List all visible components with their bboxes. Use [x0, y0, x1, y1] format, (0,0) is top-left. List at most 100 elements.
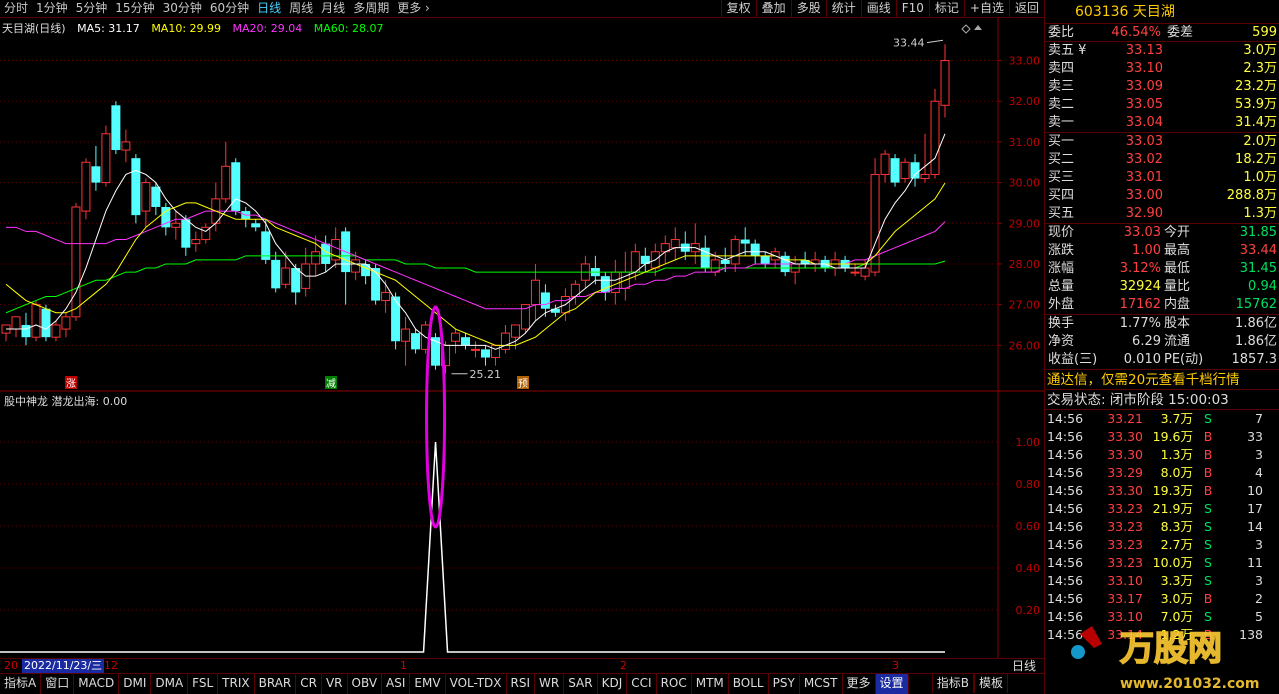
stock-name: 天目湖 [1132, 4, 1175, 20]
fund-row: 收益(三) 0.010 PE(动) 1857.3 [1048, 352, 1277, 367]
indicator-tab[interactable]: DMA [151, 674, 189, 694]
period-label[interactable]: 日线 [1012, 659, 1036, 673]
indicator-tab[interactable]: PSY [769, 674, 800, 694]
indicator-tab[interactable]: DMI [119, 674, 152, 694]
period-tab[interactable]: 1分钟 [32, 0, 72, 17]
indicator-tab[interactable]: SAR [564, 674, 598, 694]
toolbar-button[interactable]: +自选 [963, 0, 1009, 17]
indicator-tab[interactable]: 更多 [843, 674, 876, 694]
indicator-tick: 0.20 [1016, 604, 1041, 617]
period-tab[interactable]: 30分钟 [159, 0, 206, 17]
candle-body [930, 100, 940, 175]
indicator-tab[interactable]: WR [535, 674, 565, 694]
period-tab[interactable]: 更多 › [393, 0, 434, 17]
toolbar-button[interactable]: F10 [895, 0, 929, 17]
indicator-tab[interactable]: VOL-TDX [446, 674, 507, 694]
indicator-tab[interactable]: CR [296, 674, 322, 694]
candle-body [670, 239, 680, 249]
indicator-tab[interactable]: VR [322, 674, 348, 694]
indicator-tab[interactable]: 指标B [931, 674, 974, 693]
candle-body [880, 153, 890, 175]
fund-row: 净资 6.29 流通 1.86亿 [1048, 334, 1277, 349]
bid-row: 买五 32.90 1.3万 [1048, 206, 1277, 221]
period-tab[interactable]: 分时 [0, 0, 32, 17]
toolbar-button[interactable]: 画线 [860, 0, 896, 17]
promo-text[interactable]: 通达信，仅需20元查看千档行情 [1045, 370, 1279, 390]
indicator-tab[interactable]: 设置 [875, 674, 909, 694]
toolbar-button[interactable]: 标记 [928, 0, 964, 17]
indicator-tab[interactable]: TRIX [218, 674, 255, 694]
period-tab[interactable]: 15分钟 [111, 0, 158, 17]
candle-body [221, 165, 231, 200]
indicator-tab[interactable]: OBV [348, 674, 383, 694]
ask-book: 卖五 ¥33.13 3.0万 卖四 33.10 2.3万 卖三 33.09 23.2万 卖二 33… [1045, 42, 1279, 133]
price-tick: 33.00 [1009, 55, 1041, 68]
period-tab[interactable]: 月线 [317, 0, 349, 17]
indicator-tab[interactable]: MTM [692, 674, 729, 694]
ma60-label: MA60: 28.07 [313, 22, 384, 35]
weicha-label: 委差 [1167, 25, 1194, 40]
indicator-tabs: 指标A 窗口 MACD DMI DMA FSL TRIX BRAR CR VR OBV ASI EMV V… [0, 673, 1044, 694]
candle-body [361, 263, 371, 277]
period-tab[interactable]: 多周期 [349, 0, 393, 17]
candle-body [151, 186, 161, 207]
low-label: 25.21 [470, 368, 502, 381]
candle-body [800, 259, 810, 264]
candle-body [381, 291, 391, 302]
candle-body [401, 328, 411, 342]
indicator-tab[interactable]: MCST [800, 674, 843, 694]
candle-body [311, 251, 321, 265]
indicator-tab[interactable]: 窗口 [41, 674, 75, 694]
candle-body [231, 162, 241, 212]
period-tab[interactable]: 周线 [285, 0, 317, 17]
indicator-tab[interactable]: EMV [410, 674, 446, 694]
period-tab[interactable]: 5分钟 [72, 0, 112, 17]
indicator-tab[interactable]: KDJ [598, 674, 628, 694]
period-tab[interactable]: 60分钟 [206, 0, 253, 17]
trade-state: 交易状态: 闭市阶段 15:00:03 [1045, 390, 1279, 410]
indicator-tab[interactable]: FSL [188, 674, 219, 694]
toolbar-button[interactable]: 多股 [790, 0, 826, 17]
candle-body [710, 259, 720, 273]
indicator-tab[interactable]: BOLL [729, 674, 769, 694]
ma5-line [6, 133, 946, 350]
candle-body [920, 173, 930, 180]
indicator-tab[interactable]: ROC [657, 674, 692, 694]
ask-row: 卖五 ¥33.13 3.0万 [1048, 43, 1277, 58]
weibi-label: 委比 [1048, 25, 1075, 40]
candle-body [760, 255, 770, 264]
indicator-tab[interactable]: CCI [627, 674, 657, 694]
candle-body [271, 259, 281, 289]
cursor-date: 2022/11/23/三 [22, 659, 105, 673]
indicator-chart[interactable]: 1.00 0.80 0.60 0.40 0.20 [0, 392, 1044, 658]
indicator-tab[interactable]: MACD [74, 674, 120, 694]
toolbar-button[interactable]: 统计 [825, 0, 861, 17]
toolbar-button[interactable]: 返回 [1008, 0, 1044, 17]
tick-row: 14:56 33.30 19.6万 B 33 [1047, 429, 1263, 444]
ma20-label: MA20: 29.04 [232, 22, 303, 35]
candle-body [940, 60, 950, 106]
indicator-tab[interactable]: RSI [507, 674, 536, 694]
stock-header: 603136 天目湖 [1045, 0, 1279, 24]
indicator-tab[interactable]: ASI [382, 674, 411, 694]
price-tick: 30.00 [1009, 177, 1041, 190]
kline-chart[interactable]: 33.00 32.00 31.00 30.00 29.00 28.00 27.00 26.00… [0, 18, 1044, 392]
candle-body [540, 292, 550, 309]
stock-title: 天目湖(日线) [2, 22, 66, 35]
candle-body [411, 333, 421, 350]
toolbar-button[interactable]: 叠加 [755, 0, 791, 17]
indicator-name: 股中神龙 [4, 395, 48, 408]
tick-row: 14:56 33.23 2.7万 S 3 [1047, 537, 1263, 552]
toolbar-button[interactable]: 复权 [720, 0, 756, 17]
indicator-tab[interactable]: 指标A [0, 674, 42, 694]
indicator-tab[interactable]: BRAR [255, 674, 297, 694]
candle-body [101, 133, 111, 184]
watermark-logo: 万股网 www.201032.com [1071, 626, 1260, 692]
quote-row: 涨跌 1.00 最高 33.44 [1048, 243, 1277, 258]
indicator-tab[interactable]: 模板 [973, 674, 1008, 693]
period-tab[interactable]: 日线 [253, 0, 285, 17]
quote-summary: 现价 33.03 今开 31.85 涨跌 1.00 最高 33.44 涨幅 3.12% 最低 31.4… [1045, 224, 1279, 315]
quote-row: 总量 32924 量比 0.94 [1048, 279, 1277, 294]
candle-body [191, 239, 201, 245]
diamond-icon [961, 24, 971, 34]
